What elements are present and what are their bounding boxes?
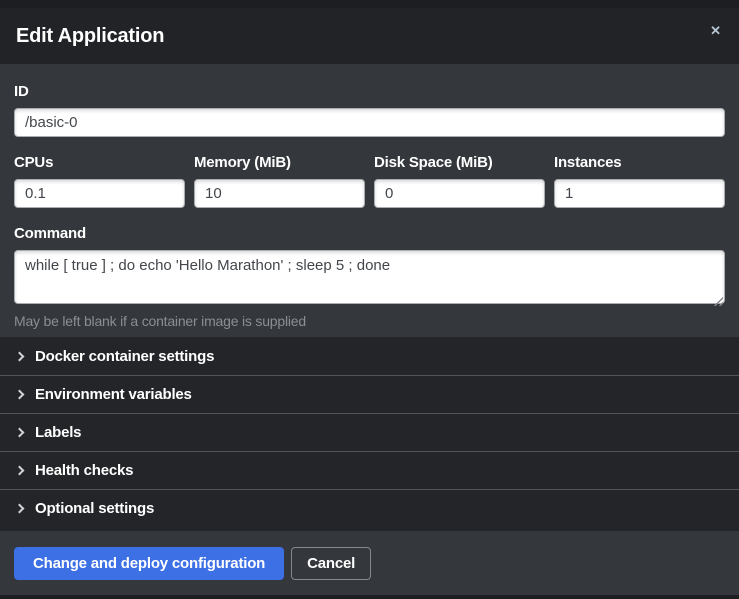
memory-field-group: Memory (MiB) [194,155,365,208]
accordion-environment-variables[interactable]: Environment variables [0,375,739,413]
disk-label: Disk Space (MiB) [374,155,545,171]
modal-title: Edit Application [16,25,164,48]
accordion-docker-container-settings[interactable]: Docker container settings [0,337,739,375]
cpus-input[interactable] [14,179,185,208]
cpus-label: CPUs [14,155,185,171]
id-input[interactable] [14,108,725,137]
chevron-right-icon [15,390,25,400]
command-field-group: Command while [ true ] ; do echo 'Hello … [14,226,725,329]
chevron-right-icon [15,504,25,514]
cpus-field-group: CPUs [14,155,185,208]
chevron-right-icon [15,428,25,438]
change-and-deploy-button[interactable]: Change and deploy configuration [14,547,284,580]
accordion-optional-settings[interactable]: Optional settings [0,489,739,527]
disk-input[interactable] [374,179,545,208]
accordion-label: Docker container settings [35,348,214,365]
command-label: Command [14,226,725,242]
page-backdrop-top [0,0,739,8]
command-textarea[interactable]: while [ true ] ; do echo 'Hello Marathon… [14,250,725,304]
instances-field-group: Instances [554,155,725,208]
memory-input[interactable] [194,179,365,208]
instances-input[interactable] [554,179,725,208]
accordion-health-checks[interactable]: Health checks [0,451,739,489]
accordion-labels[interactable]: Labels [0,413,739,451]
command-help-text: May be left blank if a container image i… [14,313,725,329]
id-label: ID [14,84,725,100]
cancel-button[interactable]: Cancel [291,547,371,580]
chevron-right-icon [15,466,25,476]
accordion-label: Labels [35,424,81,441]
edit-application-modal: Edit Application ✕ ID CPUs Memory (MiB) … [0,8,739,595]
disk-field-group: Disk Space (MiB) [374,155,545,208]
chevron-right-icon [15,351,25,361]
memory-label: Memory (MiB) [194,155,365,171]
close-icon[interactable]: ✕ [708,20,723,41]
accordion-sections: Docker container settings Environment va… [0,337,739,531]
instances-label: Instances [554,155,725,171]
page-backdrop-bottom [0,595,739,599]
accordion-label: Environment variables [35,386,192,403]
command-textarea-wrap: while [ true ] ; do echo 'Hello Marathon… [14,250,725,309]
modal-header: Edit Application ✕ [0,8,739,64]
modal-footer: Change and deploy configuration Cancel [0,531,739,595]
accordion-label: Health checks [35,462,133,479]
resources-row: CPUs Memory (MiB) Disk Space (MiB) Insta… [14,155,725,208]
application-form: ID CPUs Memory (MiB) Disk Space (MiB) In… [0,64,739,337]
accordion-label: Optional settings [35,500,154,517]
id-field-group: ID [14,84,725,137]
